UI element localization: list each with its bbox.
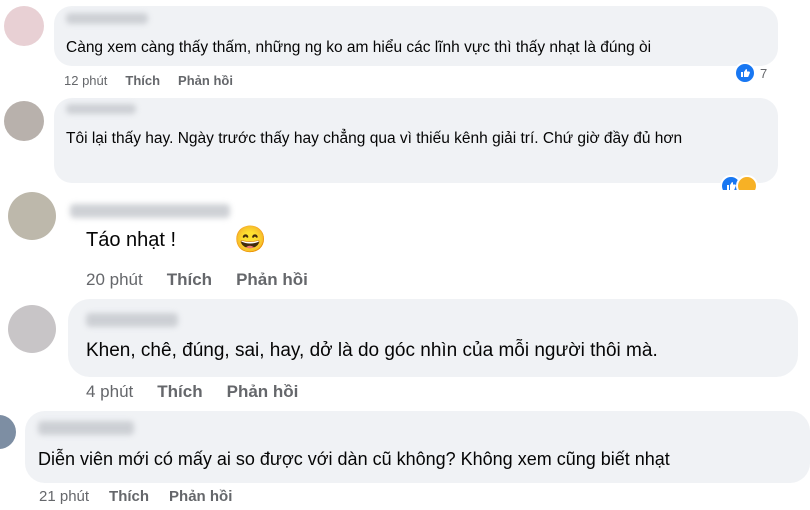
comment-time[interactable]: 12 phút	[64, 73, 107, 88]
comment-text: Càng xem càng thấy thấm, những ng ko am …	[66, 39, 652, 56]
comment-2: Tôi lại thấy hay. Ngày trước thấy hay ch…	[0, 95, 810, 190]
avatar[interactable]	[0, 415, 16, 449]
like-button[interactable]: Thích	[167, 270, 212, 290]
comment-bubble	[54, 6, 778, 66]
comment-time[interactable]: 20 phút	[86, 270, 143, 290]
comment-4: Khen, chê, đúng, sai, hay, dở là do góc …	[0, 295, 810, 410]
comment-meta: 4 phút Thích Phản hồi	[86, 382, 298, 402]
commenter-name[interactable]	[66, 104, 136, 114]
commenter-name[interactable]	[86, 313, 178, 327]
comment-text: Diễn viên mới có mấy ai so được với dàn …	[38, 449, 670, 469]
avatar[interactable]	[8, 305, 56, 353]
grinning-emoji-icon: 😄	[234, 224, 267, 254]
comment-time[interactable]: 4 phút	[86, 382, 133, 402]
comment-text: Táo nhạt !	[86, 229, 177, 251]
avatar[interactable]	[4, 101, 44, 141]
like-button[interactable]: Thích	[157, 382, 202, 402]
avatar[interactable]	[4, 6, 44, 46]
like-button[interactable]: Thích	[109, 488, 149, 505]
comment-meta: 12 phút Thích Phản hồi	[64, 73, 233, 88]
comment-text: Tôi lại thấy hay. Ngày trước thấy hay ch…	[66, 130, 683, 147]
commenter-name[interactable]	[38, 421, 134, 435]
comment-1: Càng xem càng thấy thấm, những ng ko am …	[0, 0, 810, 95]
comment-3: Táo nhạt ! 😄 20 phút Thích Phản hồi	[0, 190, 810, 295]
like-button[interactable]: Thích	[125, 73, 160, 88]
reply-button[interactable]: Phản hồi	[227, 382, 299, 402]
like-icon	[734, 62, 756, 84]
reply-button[interactable]: Phản hồi	[236, 270, 308, 290]
comment-meta: 21 phút Thích Phản hồi	[39, 488, 232, 505]
commenter-name[interactable]	[66, 13, 148, 24]
comment-text: Khen, chê, đúng, sai, hay, dở là do góc …	[86, 340, 658, 361]
reply-button[interactable]: Phản hồi	[178, 73, 233, 88]
comment-bubble	[68, 299, 798, 377]
reaction-summary[interactable]: 7	[734, 62, 767, 84]
comment-meta: 20 phút Thích Phản hồi	[86, 270, 308, 290]
reply-button[interactable]: Phản hồi	[169, 488, 232, 505]
comment-5: Diễn viên mới có mấy ai so được với dàn …	[0, 410, 810, 510]
avatar[interactable]	[8, 192, 56, 240]
commenter-name[interactable]	[70, 204, 230, 218]
reaction-summary[interactable]	[720, 175, 758, 190]
comment-bubble	[25, 411, 810, 483]
comment-time[interactable]: 21 phút	[39, 488, 89, 505]
reaction-count: 7	[760, 65, 768, 81]
haha-icon	[736, 175, 758, 190]
